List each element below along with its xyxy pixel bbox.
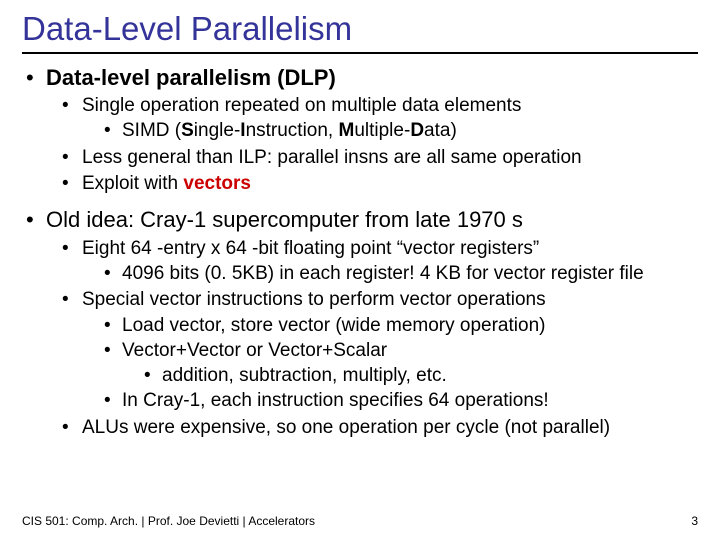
bullet-less-general: Less general than ILP: parallel insns ar… [58, 146, 698, 170]
slide-title: Data-Level Parallelism [22, 10, 698, 54]
vectors-highlight: vectors [183, 173, 251, 194]
bullet-load-store: Load vector, store vector (wide memory o… [100, 314, 698, 338]
bullet-single-op: Single operation repeated on multiple da… [58, 94, 698, 118]
bullet-register-bits: 4096 bits (0. 5KB) in each register! 4 K… [100, 262, 698, 286]
footer: CIS 501: Comp. Arch. | Prof. Joe Deviett… [22, 514, 698, 528]
bullet-special-instructions: Special vector instructions to perform v… [58, 288, 698, 312]
bullet-old-idea: Old idea: Cray-1 supercomputer from late… [22, 206, 698, 234]
content-list: Data-level parallelism (DLP) Single oper… [22, 64, 698, 440]
bullet-arith-ops: addition, subtraction, multiply, etc. [140, 364, 698, 388]
slide: Data-Level Parallelism Data-level parall… [0, 0, 720, 540]
bullet-vector-vector: Vector+Vector or Vector+Scalar [100, 339, 698, 363]
footer-page-number: 3 [691, 514, 698, 528]
bullet-dlp: Data-level parallelism (DLP) [22, 64, 698, 92]
bullet-alus-expensive: ALUs were expensive, so one operation pe… [58, 416, 698, 440]
bullet-vector-registers: Eight 64 -entry x 64 -bit floating point… [58, 237, 698, 261]
bullet-simd: SIMD (Single-Instruction, Multiple-Data) [100, 119, 698, 143]
bullet-exploit-vectors: Exploit with vectors [58, 172, 698, 196]
bullet-cray-64-ops: In Cray-1, each instruction specifies 64… [100, 389, 698, 413]
bullet-dlp-text: Data-level parallelism (DLP) [46, 65, 336, 90]
footer-left: CIS 501: Comp. Arch. | Prof. Joe Deviett… [22, 514, 315, 528]
